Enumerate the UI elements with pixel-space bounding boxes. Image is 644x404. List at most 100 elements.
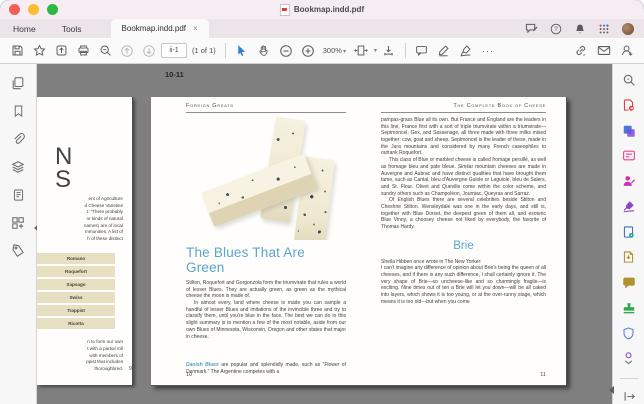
zoom-level-value: 300% <box>322 46 342 55</box>
collapse-right-pane-icon[interactable] <box>609 386 614 394</box>
partial-text-fragments: ent of Agriculture d Cheese Varieties t:… <box>37 196 123 243</box>
fragment-line: or kinds of natural <box>86 215 123 221</box>
paragraph: Danish Blues are popular and splendidly … <box>186 362 346 375</box>
edit-pencil-icon[interactable] <box>434 41 454 60</box>
main-area: 10-11 NS ent of Agriculture d Cheese Var… <box>0 64 644 404</box>
scroll-mode-icon[interactable] <box>379 41 399 60</box>
more-tools-icon[interactable] <box>620 351 637 366</box>
comment-icon[interactable] <box>412 41 432 60</box>
more-tools-icon[interactable]: ··· <box>478 46 498 56</box>
running-head-left: Foreign Greats <box>186 103 346 113</box>
collapse-pane-icon[interactable] <box>620 390 637 404</box>
page-number-9: 9 <box>129 366 132 373</box>
stamp-icon[interactable] <box>620 300 637 314</box>
fragment-text: thoroughbred. <box>94 366 123 372</box>
page-number-10: 10 <box>186 372 193 378</box>
notifications-bell-icon[interactable] <box>574 23 586 35</box>
partial-bottom-fragments: n to form our own t with a partial roll … <box>37 339 132 373</box>
paragraph: Of English Blues there are several celeb… <box>381 197 546 230</box>
sign-icon[interactable] <box>456 41 476 60</box>
tab-document[interactable]: Bookmap.indd.pdf × <box>110 19 209 38</box>
close-window-button[interactable] <box>9 4 20 15</box>
search-icon[interactable] <box>620 73 637 87</box>
right-tools-pane <box>609 64 644 404</box>
page-thumbnails-icon[interactable] <box>10 75 27 91</box>
traffic-lights <box>9 4 58 15</box>
fragment-line: d Cheese Varieties <box>84 202 123 208</box>
fit-width-icon[interactable] <box>351 41 371 60</box>
zoom-window-button[interactable] <box>47 4 58 15</box>
tab-home[interactable]: Home <box>0 19 49 38</box>
marquee-zoom-icon[interactable] <box>95 41 115 60</box>
hand-tool-icon[interactable] <box>254 41 274 60</box>
chevron-down-icon: ▾ <box>342 49 346 55</box>
fragment-line: names) are of local <box>83 222 123 228</box>
fragment-line: ppist that includes <box>86 359 123 365</box>
select-tool-icon[interactable] <box>232 41 252 60</box>
user-avatar[interactable] <box>622 22 634 35</box>
previous-page-icon[interactable] <box>117 41 137 60</box>
feedback-icon[interactable] <box>525 23 538 34</box>
tab-tools[interactable]: Tools <box>49 19 95 38</box>
combine-files-icon[interactable] <box>620 124 637 138</box>
blue-cheese-photo <box>202 116 354 240</box>
comment-tool-icon[interactable] <box>620 275 637 289</box>
table-row: Swiss <box>37 292 115 303</box>
window-title-group: Bookmap.indd.pdf <box>279 3 364 16</box>
print-icon[interactable] <box>73 41 93 60</box>
organize-pages-icon[interactable] <box>620 225 637 239</box>
page-number-input[interactable]: ii-1 <box>161 43 187 58</box>
page-spread: Foreign Greats The Blues That Are Green … <box>151 97 567 386</box>
share-link-icon[interactable] <box>571 41 591 60</box>
save-icon[interactable] <box>7 41 27 60</box>
zoom-out-icon[interactable] <box>276 41 296 60</box>
table-row: Roquefort <box>37 266 115 277</box>
spread-page-label: 10-11 <box>165 70 184 79</box>
acrobat-window: Bookmap.indd.pdf Home Tools Bookmap.indd… <box>0 0 644 404</box>
titlebar: Bookmap.indd.pdf <box>0 0 644 19</box>
zoom-level-dropdown[interactable]: 300%▾ <box>320 46 349 55</box>
share-upload-icon[interactable] <box>51 41 71 60</box>
chevron-down-icon[interactable]: ▾ <box>374 47 377 54</box>
page-10: Foreign Greats The Blues That Are Green … <box>151 97 358 385</box>
add-account-icon[interactable] <box>617 41 637 60</box>
running-head-right: The Complete Book of Cheese <box>381 103 546 113</box>
tab-bar: Home Tools Bookmap.indd.pdf × ? <box>0 19 644 38</box>
table-row: Sapsago <box>37 279 115 290</box>
danish-blues-link[interactable]: Danish Blues <box>186 362 219 368</box>
main-toolbar: ii-1 (1 of 1) 300%▾ ▾ ··· <box>0 38 644 64</box>
export-pdf-icon[interactable] <box>620 98 637 112</box>
tab-close-icon[interactable]: × <box>193 24 198 33</box>
page-content-icon[interactable] <box>10 187 27 203</box>
document-canvas[interactable]: 10-11 NS ent of Agriculture d Cheese Var… <box>37 64 612 404</box>
zoom-in-icon[interactable] <box>298 41 318 60</box>
fill-and-sign-icon[interactable] <box>620 199 637 213</box>
paragraph: This class of Blue or marbled cheese is … <box>381 157 546 197</box>
minimize-window-button[interactable] <box>28 4 39 15</box>
edit-pdf-icon[interactable] <box>620 149 637 163</box>
tags-icon[interactable] <box>10 243 27 259</box>
bookmarks-icon[interactable] <box>10 103 27 119</box>
star-icon[interactable] <box>29 41 49 60</box>
cheese-varieties-table: Romano Roquefort Sapsago Swiss Trappist … <box>37 253 115 331</box>
fragment-line: n to form our own <box>87 339 123 344</box>
attachments-icon[interactable] <box>10 131 27 147</box>
paragraph: pampas-grass Blue all its own. But Franc… <box>381 117 546 157</box>
fragment-line: with members of <box>89 352 123 358</box>
page-count-label: (1 of 1) <box>192 46 216 55</box>
next-page-icon[interactable] <box>139 41 159 60</box>
help-icon[interactable]: ? <box>550 23 562 35</box>
request-esignatures-icon[interactable] <box>620 174 637 188</box>
partial-heading-letters: NS <box>55 143 73 193</box>
section-heading: The Blues That Are Green <box>186 245 305 275</box>
fragment-line: t with a partial roll <box>87 345 123 351</box>
titlebar-right-icons: ? <box>525 19 644 38</box>
layers-icon[interactable] <box>10 159 27 175</box>
paragraph: In almost every, land where cheese is ma… <box>186 300 346 340</box>
left-navigation-pane <box>0 64 39 404</box>
destinations-icon[interactable] <box>10 215 27 231</box>
app-grid-icon[interactable] <box>598 23 610 35</box>
email-icon[interactable] <box>594 41 614 60</box>
protect-icon[interactable] <box>620 326 637 340</box>
compress-pdf-icon[interactable] <box>620 250 637 264</box>
